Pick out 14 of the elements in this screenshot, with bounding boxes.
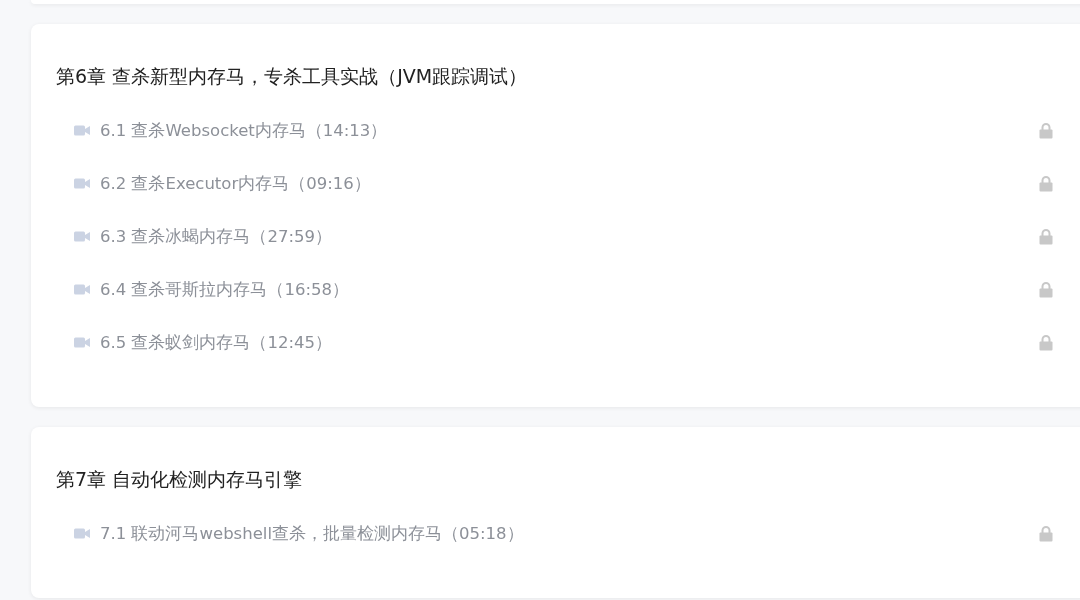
video-camera-icon [74,178,90,189]
video-camera-icon [74,231,90,242]
video-camera-icon [74,528,90,539]
lesson-title[interactable]: 6.2 查杀Executor内存马（09:16） [100,172,371,195]
video-camera-icon [74,125,90,136]
chapter-title: 第6章 查杀新型内存马，专杀工具实战（JVM跟踪调试） [56,64,528,89]
lesson-title[interactable]: 6.4 查杀哥斯拉内存马（16:58） [100,278,350,301]
video-camera-icon [74,337,90,348]
video-camera-icon [74,284,90,295]
lesson-title[interactable]: 6.1 查杀Websocket内存马（14:13） [100,119,388,142]
lesson-title[interactable]: 6.5 查杀蚁剑内存马（12:45） [100,331,333,354]
chapter-title: 第7章 自动化检测内存马引擎 [56,467,303,492]
lesson-title[interactable]: 7.1 联动河马webshell查杀，批量检测内存马（05:18） [100,522,524,545]
lesson-title[interactable]: 6.3 查杀冰蝎内存马（27:59） [100,225,333,248]
